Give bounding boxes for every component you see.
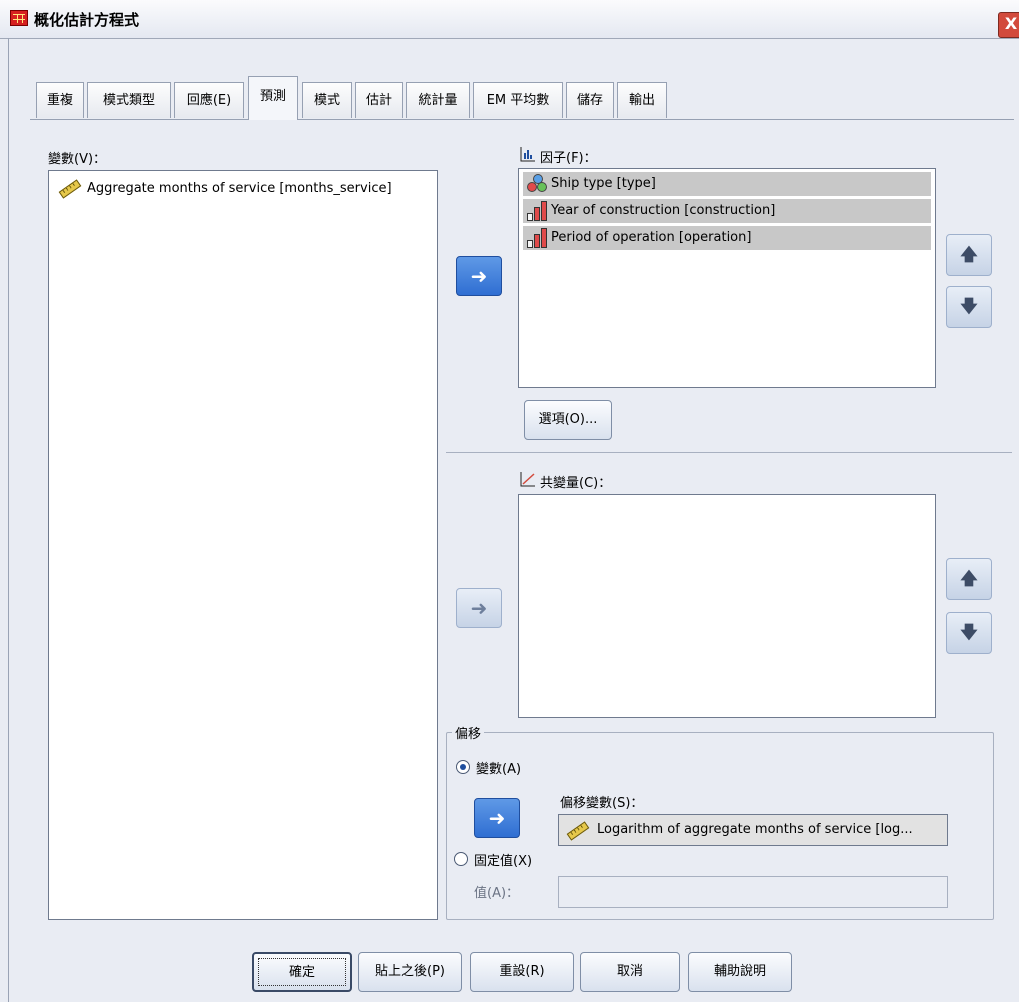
covariate-icon	[520, 471, 536, 491]
arrow-up-icon: 🡅	[960, 569, 978, 589]
tab-export[interactable]: 輸出	[617, 82, 667, 118]
spss-app-icon	[10, 10, 28, 26]
factor-name: Period of operation [operation]	[551, 230, 752, 245]
tab-model[interactable]: 模式	[302, 82, 352, 118]
list-item[interactable]: Ship type [type]	[523, 172, 931, 196]
title-bar: 概化估計方程式 X	[0, 0, 1019, 39]
offset-variable-label: 偏移變數(S)：	[560, 796, 644, 811]
arrow-up-icon: 🡅	[960, 245, 978, 265]
scale-ruler-icon	[58, 179, 82, 199]
factors-label: 因子(F)：	[540, 151, 597, 166]
variables-label: 變數(V)：	[48, 152, 107, 167]
tab-save[interactable]: 儲存	[566, 82, 614, 118]
close-button[interactable]: X	[998, 12, 1019, 38]
move-to-covariates-button[interactable]: ➜	[456, 588, 502, 628]
covariate-move-down-button[interactable]: 🡇	[946, 612, 992, 654]
tab-model-type[interactable]: 模式類型	[87, 82, 171, 118]
ok-button-label: 確定	[258, 958, 346, 986]
ordinal-icon	[527, 201, 549, 221]
move-to-factors-button[interactable]: ➜	[456, 256, 502, 296]
tab-response[interactable]: 回應(E)	[174, 82, 244, 118]
variable-name: Aggregate months of service [months_serv…	[87, 181, 392, 196]
offset-variable-value: Logarithm of aggregate months of service…	[597, 822, 913, 837]
arrow-left-icon: ➜	[488, 806, 506, 830]
variables-listbox[interactable]: Aggregate months of service [months_serv…	[48, 170, 438, 920]
options-button[interactable]: 選項(O)...	[524, 400, 612, 440]
cancel-button[interactable]: 取消	[580, 952, 680, 992]
factors-listbox[interactable]: Ship type [type] Year of construction [c…	[518, 168, 936, 388]
covariates-listbox[interactable]	[518, 494, 936, 718]
help-button[interactable]: 輔助說明	[688, 952, 792, 992]
tab-underline	[30, 119, 1014, 120]
scale-ruler-icon	[566, 821, 590, 841]
factor-move-down-button[interactable]: 🡇	[946, 286, 992, 328]
offset-variable-radio[interactable]	[456, 760, 470, 774]
covariate-move-up-button[interactable]: 🡅	[946, 558, 992, 600]
arrow-left-icon: ➜	[470, 264, 488, 288]
tab-repeated[interactable]: 重複	[36, 82, 84, 118]
move-offset-variable-button[interactable]: ➜	[474, 798, 520, 838]
dialog-left-edge	[8, 38, 9, 1002]
tab-em-means[interactable]: EM 平均數	[473, 82, 563, 118]
ordinal-icon	[527, 228, 549, 248]
arrow-down-icon: 🡇	[960, 623, 978, 643]
factor-name: Year of construction [construction]	[551, 203, 776, 218]
separator	[446, 452, 1012, 453]
list-item[interactable]: Period of operation [operation]	[523, 226, 931, 250]
arrow-down-icon: 🡇	[960, 297, 978, 317]
offset-variable-radio-label[interactable]: 變數(A)	[476, 758, 521, 777]
offset-variable-field[interactable]: Logarithm of aggregate months of service…	[558, 814, 948, 846]
window-title: 概化估計方程式	[34, 11, 140, 29]
covariates-label: 共變量(C)：	[540, 476, 612, 491]
list-item[interactable]: Aggregate months of service [months_serv…	[55, 177, 392, 201]
factor-icon	[520, 146, 536, 166]
fixed-value-input[interactable]	[558, 876, 948, 908]
ok-button[interactable]: 確定	[252, 952, 352, 992]
fixed-value-radio[interactable]	[454, 852, 468, 866]
reset-button[interactable]: 重設(R)	[470, 952, 574, 992]
offset-group-title: 偏移	[452, 723, 485, 742]
value-label: 值(A)：	[474, 886, 520, 901]
factor-name: Ship type [type]	[551, 176, 656, 191]
tab-predictors[interactable]: 預測	[248, 76, 298, 120]
fixed-value-radio-label[interactable]: 固定值(X)	[474, 850, 532, 869]
arrow-right-icon: ➜	[470, 596, 488, 620]
nominal-icon	[527, 174, 549, 194]
factor-move-up-button[interactable]: 🡅	[946, 234, 992, 276]
list-item[interactable]: Year of construction [construction]	[523, 199, 931, 223]
paste-button[interactable]: 貼上之後(P)	[358, 952, 462, 992]
tab-statistics[interactable]: 統計量	[406, 82, 470, 118]
tab-estimation[interactable]: 估計	[355, 82, 403, 118]
